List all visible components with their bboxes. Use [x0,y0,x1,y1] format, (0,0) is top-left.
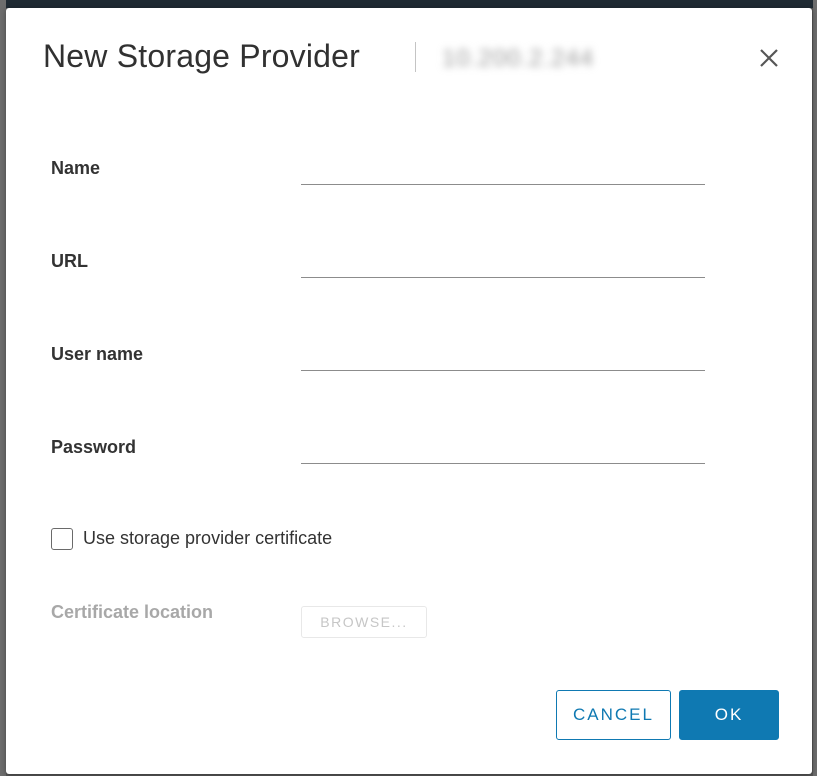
close-icon [760,49,778,67]
browse-button[interactable]: BROWSE... [301,606,427,638]
backdrop-header [0,0,817,8]
backdrop-right [813,0,817,776]
use-certificate-label: Use storage provider certificate [83,528,333,548]
username-label: User name [51,344,144,364]
close-button[interactable] [756,45,782,71]
password-field[interactable] [301,435,705,464]
url-label: URL [51,251,88,271]
use-certificate-checkbox[interactable] [51,528,73,550]
name-label: Name [51,158,101,178]
certificate-location-label: Certificate location [51,602,214,622]
new-storage-provider-dialog: New Storage Provider 10.200.2.244 Name U… [6,8,812,774]
name-field[interactable] [301,156,705,185]
url-field[interactable] [301,249,705,278]
cancel-button[interactable]: CANCEL [556,690,671,740]
ok-button[interactable]: OK [679,690,779,740]
dialog-title: New Storage Provider [43,38,361,74]
title-divider [415,42,416,72]
host-name: 10.200.2.244 [442,45,595,72]
password-label: Password [51,437,137,457]
username-field[interactable] [301,342,705,371]
